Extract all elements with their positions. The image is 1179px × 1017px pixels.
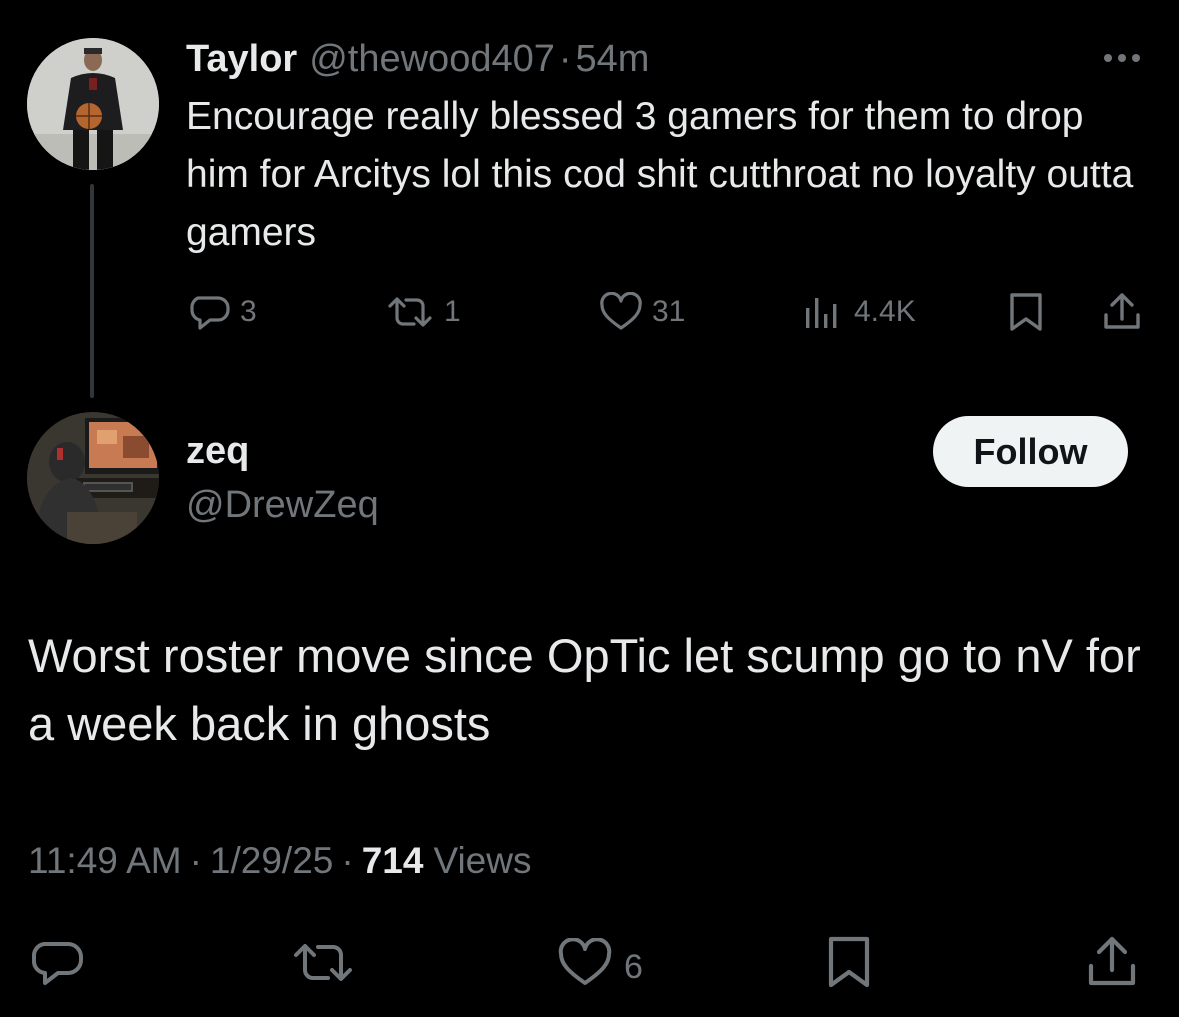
views-icon [802, 292, 846, 332]
thread-line [90, 184, 94, 398]
follow-button[interactable]: Follow [933, 416, 1128, 487]
parent-reply-button[interactable]: 3 [188, 290, 257, 334]
main-repost-button[interactable] [290, 938, 356, 997]
parent-repost-button[interactable]: 1 [384, 290, 461, 334]
parent-like-button[interactable]: 31 [598, 290, 685, 334]
parent-display-name[interactable]: Taylor [186, 38, 297, 81]
like-icon [598, 292, 644, 332]
main-reply-button[interactable] [30, 938, 86, 997]
bookmark-icon [1006, 291, 1046, 333]
parent-tweet-text: Encourage really blessed 3 gamers for th… [186, 95, 1134, 254]
main-like-count: 6 [624, 948, 643, 986]
main-bookmark-button[interactable] [824, 934, 874, 999]
meta-separator: · [189, 840, 202, 881]
parent-reply-count: 3 [240, 295, 257, 328]
parent-share-button[interactable] [1100, 290, 1144, 334]
tweet-date[interactable]: 1/29/25 [210, 840, 333, 882]
main-tweet-text: Worst roster move since OpTic let scump … [28, 629, 1141, 750]
repost-icon [384, 292, 436, 332]
main-handle[interactable]: @DrewZeq [186, 484, 379, 527]
parent-repost-count: 1 [444, 295, 461, 328]
tweet-time[interactable]: 11:49 AM [28, 840, 182, 882]
parent-handle[interactable]: @thewood407 [309, 38, 555, 81]
share-icon [1100, 291, 1144, 333]
parent-tweet-header: Taylor @thewood407 · 54m [186, 33, 649, 85]
main-like-button[interactable]: 6 [556, 937, 643, 997]
meta-separator: · [341, 840, 354, 881]
share-icon [1084, 934, 1140, 999]
repost-icon [290, 938, 356, 997]
main-share-button[interactable] [1084, 934, 1140, 999]
header-separator: · [558, 37, 572, 80]
parent-views-button[interactable]: 4.4K [802, 290, 916, 334]
bookmark-icon [824, 934, 874, 999]
views-count: 714 [361, 840, 424, 881]
avatar-zeq[interactable] [27, 412, 159, 544]
main-display-name[interactable]: zeq [186, 430, 249, 473]
parent-timestamp[interactable]: 54m [576, 38, 650, 81]
reply-icon [30, 938, 86, 997]
views-label: Views [433, 840, 532, 881]
more-icon[interactable] [1098, 48, 1146, 68]
parent-like-count: 31 [652, 295, 686, 328]
tweet-meta: 11:49 AM · 1/29/25 · 714 Views [28, 836, 531, 886]
parent-bookmark-button[interactable] [1006, 290, 1046, 334]
reply-icon [188, 292, 232, 332]
avatar-taylor[interactable] [27, 38, 159, 170]
parent-views-count: 4.4K [854, 295, 916, 328]
like-icon [556, 937, 614, 997]
